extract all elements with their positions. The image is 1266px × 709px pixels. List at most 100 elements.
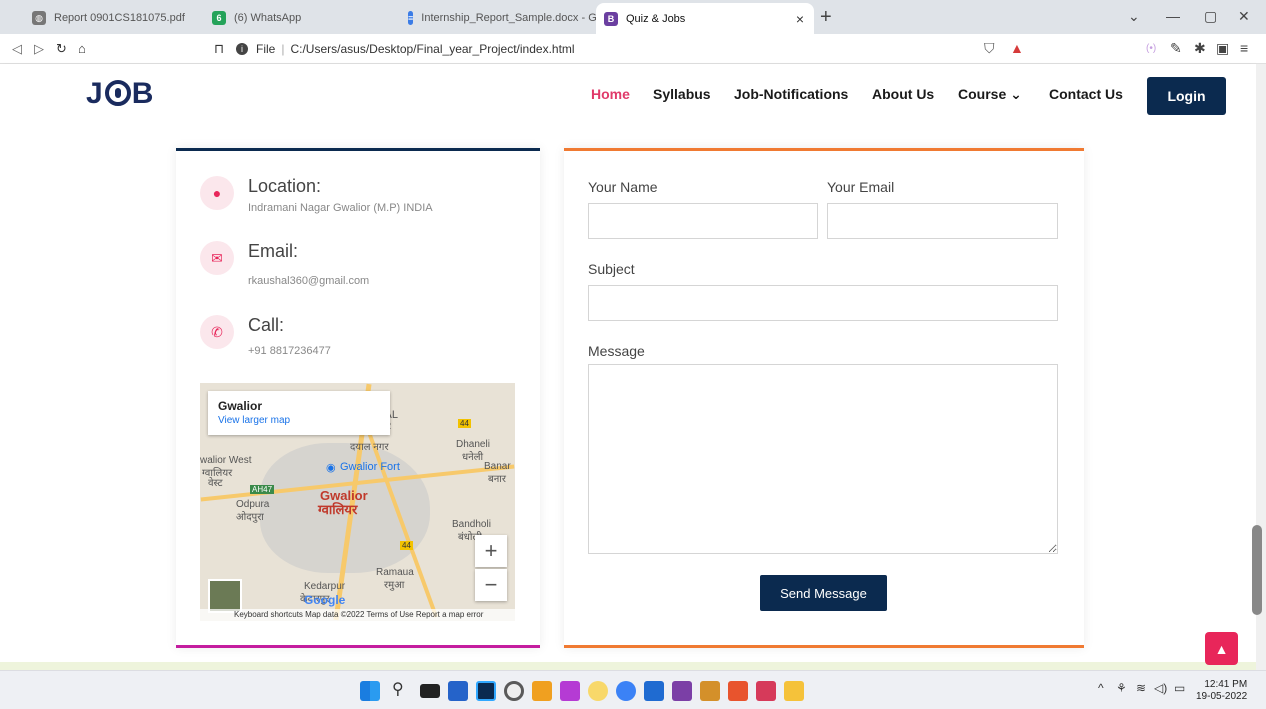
site-logo[interactable]: JB bbox=[86, 77, 154, 111]
map-zoom-in-button[interactable]: + bbox=[475, 535, 507, 567]
menu-icon[interactable]: ≡ bbox=[1240, 40, 1248, 56]
nav-about-us[interactable]: About Us bbox=[872, 86, 934, 102]
widgets-icon[interactable] bbox=[448, 681, 468, 701]
bootstrap-icon: B bbox=[604, 11, 618, 26]
scrollbar-thumb[interactable] bbox=[1252, 525, 1262, 615]
map-popup-title: Gwalior bbox=[218, 399, 263, 413]
bookmark-icon[interactable]: ⊓ bbox=[214, 41, 224, 57]
rewards-icon[interactable]: ▲ bbox=[1010, 40, 1024, 56]
messenger-icon[interactable] bbox=[616, 681, 636, 701]
nav-home[interactable]: Home bbox=[591, 86, 630, 102]
chevron-up-icon: ▲ bbox=[1214, 640, 1229, 657]
email-input[interactable] bbox=[827, 203, 1058, 239]
location-value: Indramani Nagar Gwalior (M.P) INDIA bbox=[248, 202, 433, 214]
sidebar-icon[interactable]: ▣ bbox=[1216, 40, 1229, 57]
nav-contact-us[interactable]: Contact Us bbox=[1049, 86, 1123, 102]
subject-input[interactable] bbox=[588, 285, 1058, 321]
site-header: JB Home Syllabus Job-Notifications About… bbox=[0, 64, 1256, 122]
minimize-icon[interactable]: — bbox=[1166, 8, 1180, 24]
email-title: Email: bbox=[248, 241, 299, 261]
windows-start-icon[interactable] bbox=[360, 681, 380, 701]
tab-report-pdf[interactable]: ◍ Report 0901CS181075.pdf bbox=[24, 5, 204, 31]
name-label: Your Name bbox=[588, 179, 658, 195]
address-input[interactable]: i File | C:/Users/asus/Desktop/Final_yea… bbox=[236, 38, 1036, 60]
tray-chevron-icon[interactable]: ^ bbox=[1098, 681, 1104, 695]
tab-title: Quiz & Jobs bbox=[626, 12, 686, 25]
map-pin-fort-icon: ◉ bbox=[326, 462, 336, 474]
photoshop-icon[interactable] bbox=[476, 681, 496, 701]
map-popup: Gwalior View larger map bbox=[208, 391, 390, 435]
battery-icon[interactable]: ▭ bbox=[1174, 681, 1185, 695]
call-value: +91 8817236477 bbox=[248, 345, 331, 357]
wps-icon[interactable] bbox=[756, 681, 776, 701]
tab-title: Report 0901CS181075.pdf bbox=[54, 12, 185, 24]
contact-form-card: Your Name Your Email Subject Message Sen… bbox=[564, 148, 1084, 648]
login-button[interactable]: Login bbox=[1147, 77, 1226, 115]
search-icon[interactable]: ⚲ bbox=[392, 679, 404, 699]
mic-icon[interactable]: ⚘ bbox=[1116, 681, 1127, 695]
reload-icon[interactable]: ↻ bbox=[56, 41, 67, 57]
info-icon: i bbox=[236, 43, 248, 55]
chrome-icon[interactable] bbox=[504, 681, 524, 701]
back-to-top-button[interactable]: ▲ bbox=[1205, 632, 1238, 665]
back-icon[interactable]: ◁ bbox=[12, 41, 22, 57]
nav-syllabus[interactable]: Syllabus bbox=[653, 86, 711, 102]
email-label: Your Email bbox=[827, 179, 895, 195]
forward-icon[interactable]: ▷ bbox=[34, 41, 44, 57]
shield-icon[interactable]: ⛉ bbox=[984, 40, 995, 57]
window-close-icon[interactable]: ✕ bbox=[1238, 8, 1250, 25]
taskbar-clock[interactable]: 12:41 PM 19-05-2022 bbox=[1196, 679, 1247, 703]
maximize-icon[interactable]: ▢ bbox=[1204, 8, 1217, 25]
footer-band bbox=[0, 662, 1256, 670]
nav-job-notifications[interactable]: Job-Notifications bbox=[734, 86, 848, 102]
logo-bulb-icon bbox=[104, 80, 131, 106]
file-explorer-icon[interactable] bbox=[784, 681, 804, 701]
name-input[interactable] bbox=[588, 203, 818, 239]
tab-title: (6) WhatsApp bbox=[234, 12, 302, 24]
close-icon[interactable]: × bbox=[796, 11, 804, 27]
location-title: Location: bbox=[248, 176, 322, 196]
address-bar-row: ◁ ▷ ↻ ⌂ ⊓ i File | C:/Users/asus/Desktop… bbox=[0, 34, 1266, 64]
vlc-icon[interactable] bbox=[700, 681, 720, 701]
pen-icon[interactable]: ✎ bbox=[1170, 40, 1182, 57]
tab-quiz-jobs[interactable]: B Quiz & Jobs × bbox=[596, 3, 814, 34]
tab-google-docs[interactable]: ≡ Internship_Report_Sample.docx - Goo bbox=[400, 5, 596, 31]
send-message-button[interactable]: Send Message bbox=[760, 575, 887, 611]
view-larger-map-link[interactable]: View larger map bbox=[218, 415, 380, 426]
brave-icon[interactable] bbox=[728, 681, 748, 701]
wifi-icon[interactable]: ≋ bbox=[1136, 681, 1146, 695]
tab-title: Internship_Report_Sample.docx - Goo bbox=[421, 12, 596, 24]
address-prefix: File bbox=[256, 42, 276, 56]
message-label: Message bbox=[588, 343, 645, 359]
map-footer[interactable]: Keyboard shortcuts Map data ©2022 Terms … bbox=[200, 609, 515, 621]
map-zoom-out-button[interactable]: − bbox=[475, 569, 507, 601]
extensions-icon[interactable]: ✱ bbox=[1194, 40, 1206, 57]
email-value: rkaushal360@gmail.com bbox=[248, 275, 370, 287]
map-pin-icon: ● bbox=[200, 176, 234, 210]
docs-icon: ≡ bbox=[408, 11, 414, 25]
app-icon[interactable] bbox=[560, 681, 580, 701]
satellite-toggle[interactable] bbox=[208, 579, 242, 613]
new-tab-button[interactable]: + bbox=[820, 6, 832, 29]
chevron-down-icon[interactable]: ⌄ bbox=[1128, 8, 1140, 25]
call-title: Call: bbox=[248, 315, 285, 335]
message-textarea[interactable] bbox=[588, 364, 1058, 554]
nav-course[interactable]: Course ⌄ bbox=[958, 86, 1022, 103]
wallet-icon[interactable]: (•) bbox=[1146, 43, 1156, 54]
sticky-icon[interactable] bbox=[588, 681, 608, 701]
whatsapp-icon: 6 bbox=[212, 11, 226, 25]
home-icon[interactable]: ⌂ bbox=[78, 41, 86, 56]
task-view-icon[interactable] bbox=[420, 684, 440, 698]
volume-icon[interactable]: ◁) bbox=[1154, 681, 1167, 695]
windows-taskbar: ⚲ ^ ⚘ ≋ ◁) ▭ 12:41 PM 19-05-2022 bbox=[0, 670, 1266, 709]
onenote-icon[interactable] bbox=[672, 681, 692, 701]
clock-time: 12:41 PM bbox=[1204, 679, 1248, 690]
paint-icon[interactable] bbox=[532, 681, 552, 701]
mail-icon[interactable] bbox=[644, 681, 664, 701]
contact-info-card: ● Location: Indramani Nagar Gwalior (M.P… bbox=[176, 148, 540, 648]
browser-tab-strip: ◍ Report 0901CS181075.pdf 6 (6) WhatsApp… bbox=[0, 0, 1266, 34]
tab-whatsapp[interactable]: 6 (6) WhatsApp bbox=[204, 5, 394, 31]
google-map[interactable]: YAL R दयाल नगर Dhaneli धनेली Banar बनार … bbox=[200, 383, 515, 621]
globe-icon: ◍ bbox=[32, 11, 46, 25]
phone-icon: ✆ bbox=[200, 315, 234, 349]
